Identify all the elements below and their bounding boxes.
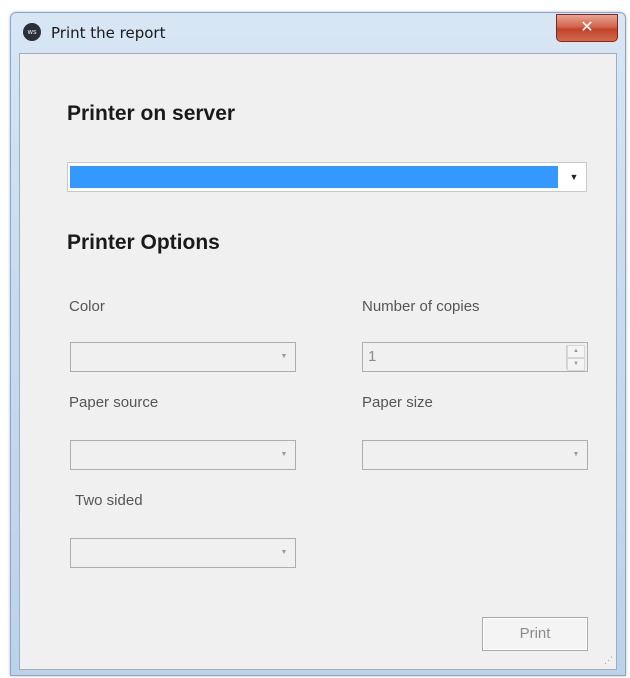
close-button[interactable]: ✕ <box>556 14 618 42</box>
chevron-down-icon[interactable]: ▼ <box>277 441 291 469</box>
chevron-down-icon[interactable]: ▼ <box>562 163 586 191</box>
color-select[interactable]: ▼ <box>70 342 296 372</box>
number-of-copies-label: Number of copies <box>362 298 480 315</box>
window-title: Print the report <box>51 24 166 42</box>
app-icon: ws <box>23 23 41 41</box>
color-label: Color <box>69 298 105 315</box>
paper-source-select[interactable]: ▼ <box>70 440 296 470</box>
chevron-down-icon[interactable]: ▼ <box>277 539 291 567</box>
resize-grip-icon[interactable]: ⋰ <box>604 655 613 666</box>
chevron-down-icon[interactable]: ▼ <box>567 358 585 371</box>
paper-size-select[interactable]: ▼ <box>362 440 588 470</box>
print-dialog-window: ws Print the report ✕ Printer on server … <box>10 12 626 676</box>
printer-on-server-heading: Printer on server <box>67 102 236 125</box>
chevron-down-icon[interactable]: ▼ <box>277 343 291 371</box>
print-button[interactable]: Print <box>482 617 588 651</box>
paper-source-label: Paper source <box>69 394 159 411</box>
printer-select[interactable]: ▼ <box>67 162 587 192</box>
chevron-down-icon[interactable]: ▼ <box>569 441 583 469</box>
printer-selection-highlight <box>70 166 558 188</box>
printer-options-heading: Printer Options <box>67 231 220 254</box>
stepper-buttons: ▲ ▼ <box>566 345 585 371</box>
close-icon: ✕ <box>580 17 594 36</box>
title-bar[interactable]: ws Print the report ✕ <box>11 13 625 51</box>
copies-stepper[interactable]: 1 ▲ ▼ <box>362 342 588 372</box>
paper-size-label: Paper size <box>362 394 433 411</box>
chevron-up-icon[interactable]: ▲ <box>567 345 585 358</box>
copies-value[interactable]: 1 <box>368 348 376 365</box>
dialog-client-area: Printer on server ▼ Printer Options Colo… <box>19 53 617 670</box>
two-sided-label: Two sided <box>75 492 143 509</box>
two-sided-select[interactable]: ▼ <box>70 538 296 568</box>
